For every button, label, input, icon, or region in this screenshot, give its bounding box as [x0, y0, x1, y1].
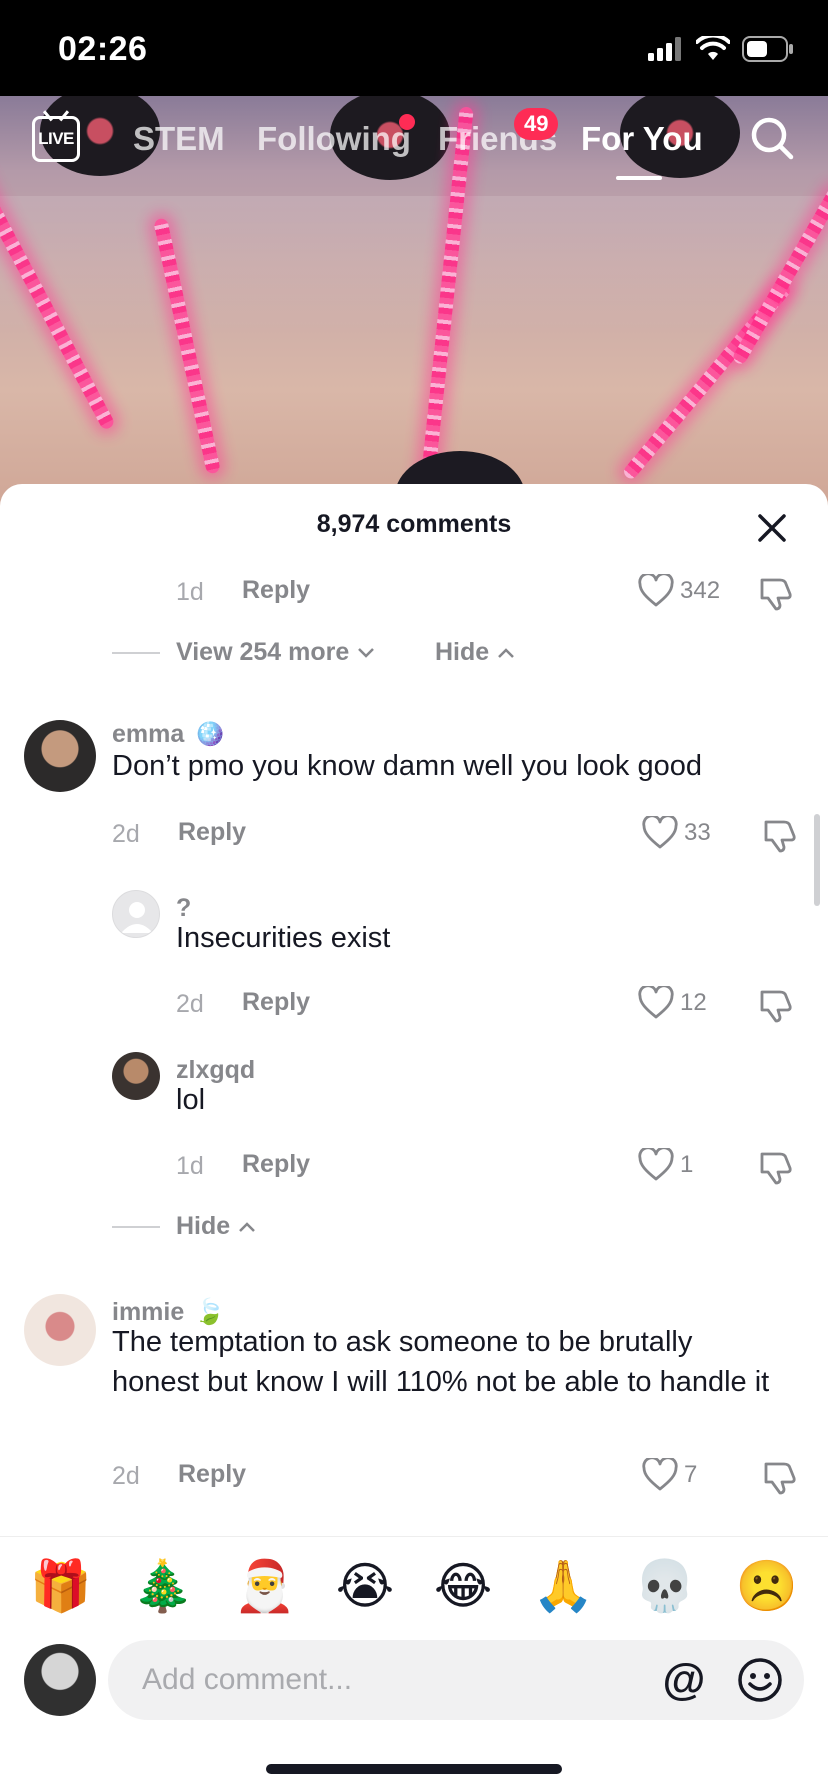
avatar[interactable] — [24, 1294, 96, 1366]
like-count: 1 — [680, 1151, 694, 1178]
comment-date: 2d — [176, 990, 204, 1018]
gift-emoji-button[interactable]: 🎁 — [30, 1556, 92, 1616]
like-count: 33 — [684, 819, 711, 846]
divider-line — [112, 651, 160, 654]
reply-button[interactable]: Reply — [178, 1460, 246, 1489]
comment-username[interactable]: emma 🪩 — [112, 720, 225, 749]
divider-line — [112, 1225, 160, 1228]
comment-text: Don’t pmo you know damn well you look go… — [112, 750, 702, 782]
heart-icon — [638, 574, 674, 607]
frowning-emoji-button[interactable]: ☹️ — [736, 1556, 798, 1616]
chevron-up-icon — [239, 1221, 256, 1232]
heart-icon — [638, 1148, 674, 1181]
dislike-icon[interactable] — [758, 574, 796, 612]
comments-count-title: 8,974 comments — [316, 510, 512, 538]
my-avatar[interactable] — [24, 1644, 96, 1716]
ceiling-panel — [0, 196, 828, 336]
tab-following[interactable]: Following — [257, 120, 411, 158]
battery-icon — [742, 36, 793, 62]
comment-composer: @ — [0, 1634, 828, 1792]
like-button[interactable]: 342 — [638, 574, 720, 608]
santa-emoji-button[interactable]: 🎅 — [234, 1556, 296, 1616]
wifi-icon — [696, 36, 730, 60]
crying-emoji-button[interactable]: 😭 — [336, 1556, 394, 1616]
live-label: LIVE — [38, 129, 74, 148]
comment-text: lol — [176, 1084, 206, 1116]
hide-label: Hide — [176, 1212, 231, 1240]
hide-label: Hide — [435, 638, 490, 666]
following-notification-dot — [399, 114, 415, 130]
like-count: 7 — [684, 1461, 698, 1488]
status-icons — [648, 36, 794, 62]
skull-emoji-button[interactable]: 💀 — [634, 1556, 696, 1616]
view-more-label: View 254 more — [176, 638, 350, 666]
hide-replies-button[interactable]: Hide — [112, 1212, 258, 1241]
dislike-icon[interactable] — [762, 816, 800, 854]
comment-date: 2d — [112, 820, 140, 848]
heart-icon — [642, 1458, 678, 1491]
search-icon[interactable] — [748, 114, 796, 162]
tab-for-you[interactable]: For You — [581, 120, 703, 158]
status-bar: 02:26 — [0, 0, 828, 96]
like-button[interactable]: 12 — [638, 986, 707, 1020]
praying-hands-emoji-button[interactable]: 🙏 — [532, 1556, 594, 1616]
reply-button[interactable]: Reply — [178, 818, 246, 847]
status-time: 02:26 — [58, 30, 148, 68]
emoji-quick-bar: 🎁 🎄 🎅 😭 😂 🙏 💀 ☹️ — [0, 1536, 828, 1634]
comment-text: The temptation to ask someone to be brut… — [112, 1326, 770, 1398]
scrollbar[interactable] — [814, 814, 820, 906]
like-button[interactable]: 7 — [642, 1458, 697, 1492]
avatar[interactable] — [24, 720, 96, 792]
live-icon[interactable]: LIVE — [32, 116, 80, 162]
default-avatar-icon[interactable] — [112, 890, 160, 938]
mention-at-icon[interactable]: @ — [660, 1656, 708, 1704]
comment-text: Insecurities exist — [176, 922, 391, 954]
tab-stem[interactable]: STEM — [133, 120, 225, 158]
avatar[interactable] — [112, 1052, 160, 1100]
chevron-up-icon — [498, 647, 515, 658]
like-button[interactable]: 33 — [642, 816, 711, 850]
christmas-tree-emoji-button[interactable]: 🎄 — [132, 1556, 194, 1616]
comment-date: 2d — [112, 1462, 140, 1490]
cellular-signal-icon — [648, 37, 681, 61]
active-tab-indicator — [616, 176, 662, 180]
like-count: 342 — [680, 577, 721, 604]
reply-button[interactable]: Reply — [242, 576, 310, 605]
dislike-icon[interactable] — [758, 1148, 796, 1186]
top-navigation: LIVE STEM Following Friends 49 For You — [0, 96, 828, 186]
dislike-icon[interactable] — [758, 986, 796, 1024]
chevron-down-icon — [358, 647, 375, 658]
emoji-picker-icon[interactable] — [736, 1656, 784, 1704]
laughing-emoji-button[interactable]: 😂 — [434, 1556, 492, 1616]
friends-count-badge: 49 — [514, 108, 559, 140]
dislike-icon[interactable] — [762, 1458, 800, 1496]
hide-replies-button[interactable]: Hide — [435, 638, 517, 667]
like-button[interactable]: 1 — [638, 1148, 693, 1182]
username-text: emma — [112, 720, 185, 748]
home-indicator[interactable] — [266, 1764, 562, 1774]
heart-icon — [638, 986, 674, 1019]
close-icon[interactable] — [752, 508, 792, 548]
person-silhouette-icon — [121, 902, 153, 933]
reply-button[interactable]: Reply — [242, 1150, 310, 1179]
reply-button[interactable]: Reply — [242, 988, 310, 1017]
like-count: 12 — [680, 989, 707, 1016]
comment-date: 1d — [176, 1152, 204, 1180]
username-emoji: 🪩 — [194, 720, 226, 748]
comment-date: 1d — [176, 578, 204, 606]
heart-icon — [642, 816, 678, 849]
view-more-replies[interactable]: View 254 more — [112, 638, 377, 667]
